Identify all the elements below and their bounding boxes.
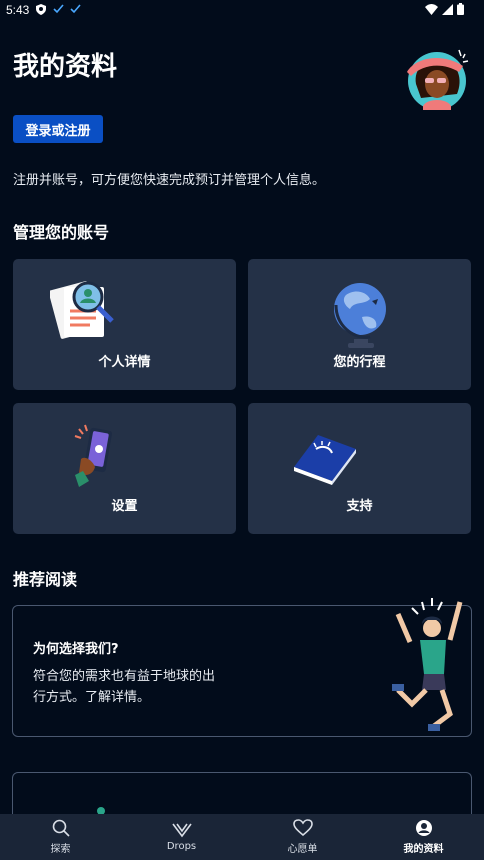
- nav-wishlist[interactable]: 心愿单: [242, 814, 363, 860]
- intro-text: 注册并账号，可方便您快速完成预订并管理个人信息。: [13, 173, 326, 188]
- shield-icon: [36, 4, 46, 15]
- status-time: 5:43: [6, 3, 30, 17]
- nav-profile[interactable]: 我的资料: [363, 814, 484, 860]
- profile-icon: [415, 820, 432, 836]
- login-register-button[interactable]: 登录或注册: [13, 115, 103, 143]
- nav-drops[interactable]: Drops: [121, 814, 242, 860]
- jumping-person-illustration: [392, 598, 463, 731]
- personal-details-icon: [50, 281, 114, 339]
- phone-settings-icon: [74, 424, 113, 487]
- trips-card[interactable]: 您的行程: [248, 259, 471, 390]
- card-label: 支持: [346, 499, 373, 514]
- bottom-navigation: 探索 Drops 心愿单 我的资料: [0, 814, 484, 860]
- article-title: 为何选择我们?: [33, 642, 119, 657]
- nav-label: 我的资料: [403, 844, 444, 855]
- search-icon: [52, 819, 70, 837]
- check-icon: [53, 4, 64, 14]
- card-label: 个人详情: [98, 355, 151, 370]
- signal-icon: [442, 3, 453, 15]
- recommended-reading-heading: 推荐阅读: [13, 570, 78, 589]
- manage-account-heading: 管理您的账号: [13, 223, 110, 242]
- page-title: 我的资料: [13, 52, 118, 82]
- card-label: 设置: [111, 499, 138, 514]
- nav-label: 心愿单: [287, 844, 318, 855]
- drops-icon: [171, 823, 192, 838]
- article-text-line: 符合您的需求也有益于地球的出: [33, 669, 216, 684]
- status-right: [425, 3, 464, 15]
- heart-icon: [292, 819, 313, 837]
- settings-card[interactable]: 设置: [13, 403, 236, 534]
- nav-label: 探索: [50, 844, 71, 855]
- personal-details-card[interactable]: 个人详情: [13, 259, 236, 390]
- check-icon: [70, 4, 81, 14]
- nav-explore[interactable]: 探索: [0, 814, 121, 860]
- status-bar: 5:43: [0, 0, 484, 22]
- book-icon: [294, 435, 356, 485]
- wifi-icon: [425, 3, 438, 15]
- avatar[interactable]: [401, 46, 471, 112]
- article-text-line: 行方式。了解详情。: [33, 690, 151, 705]
- card-label: 您的行程: [333, 355, 386, 370]
- battery-icon: [457, 3, 464, 15]
- nav-label: Drops: [166, 841, 197, 852]
- support-card[interactable]: 支持: [248, 403, 471, 534]
- article-text: 符合您的需求也有益于地球的出 行方式。了解详情。: [33, 666, 233, 708]
- globe-icon: [334, 283, 386, 348]
